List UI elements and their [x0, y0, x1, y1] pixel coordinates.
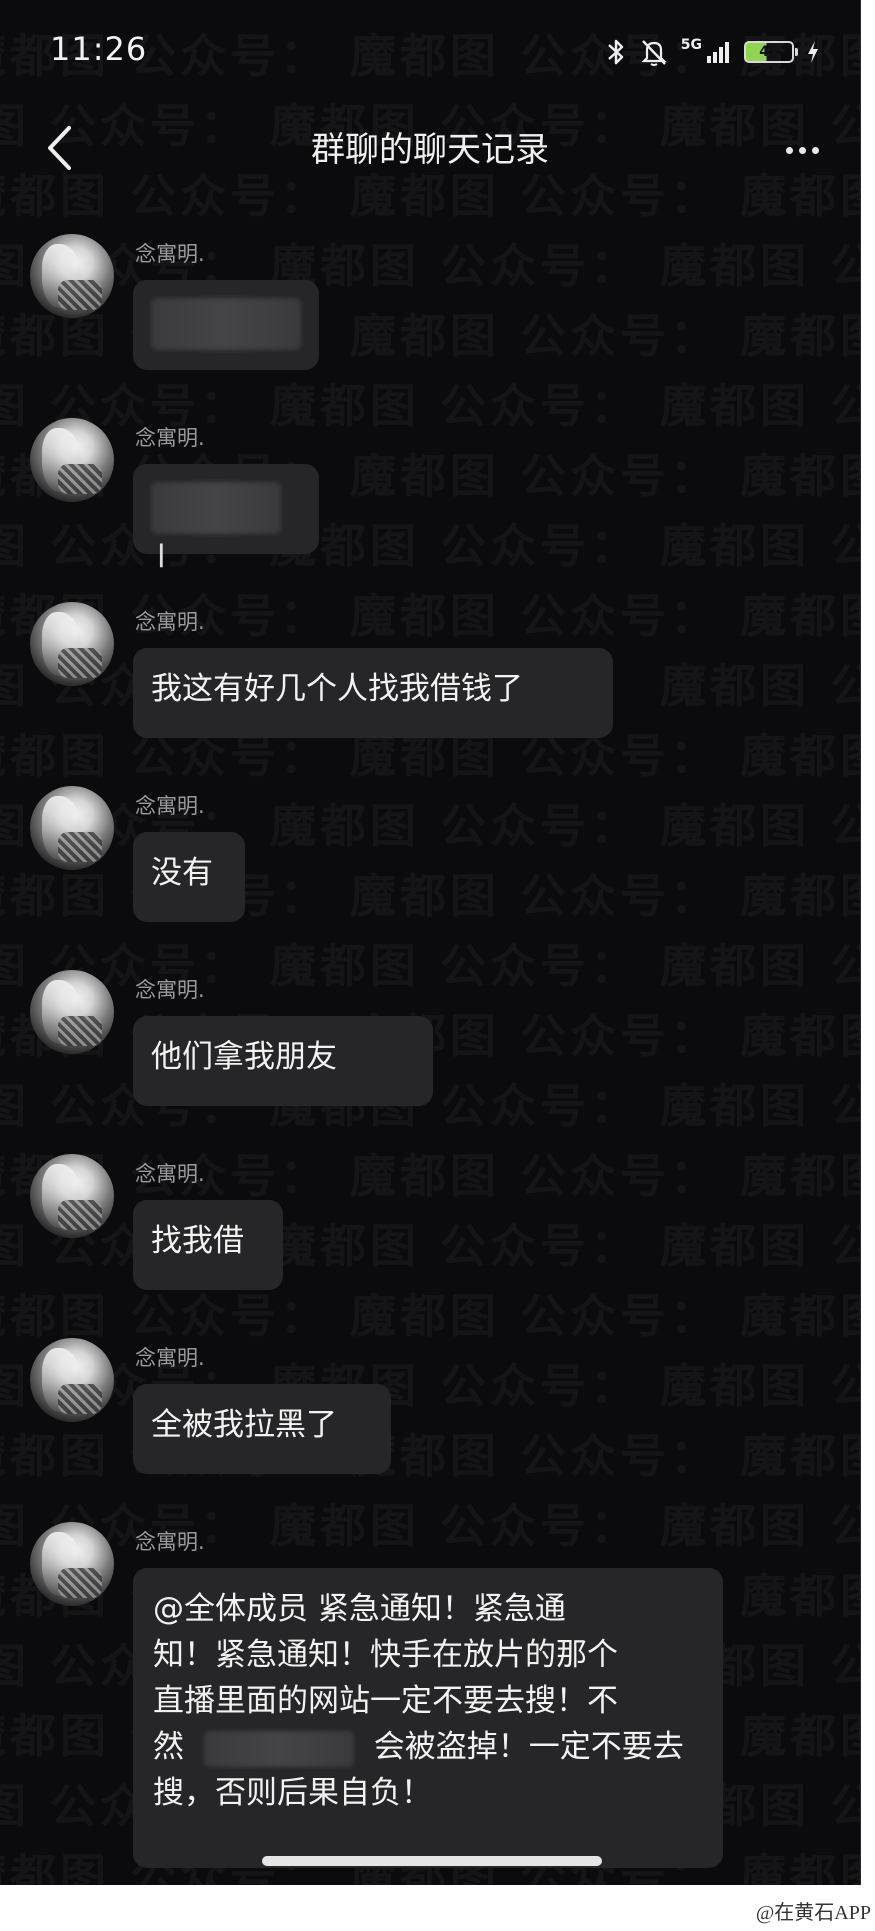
message-bubble[interactable]: @全体成员 紧急通知！紧急通 知！紧急通知！快手在放片的那个 直播里面的网站一定… — [133, 1568, 723, 1868]
message-line: 搜，否则后果自负！ — [153, 1775, 432, 1811]
redacted-content — [151, 298, 301, 350]
sender-name: 念寓明. — [135, 1162, 205, 1186]
battery-level: 45 — [759, 44, 779, 60]
home-indicator[interactable] — [262, 1856, 602, 1866]
message-bubble[interactable]: 找我借 — [133, 1200, 283, 1290]
message-bubble[interactable]: 我这有好几个人找我借钱了 — [133, 648, 613, 738]
redacted-content — [151, 482, 281, 534]
message-bubble-redacted[interactable] — [133, 280, 319, 370]
redacted-content — [203, 1730, 354, 1767]
avatar[interactable] — [30, 1522, 114, 1606]
network-label: 5G — [680, 37, 702, 53]
avatar[interactable] — [30, 234, 114, 318]
navigation-bar: 群聊的聊天记录 — [0, 100, 860, 196]
message-line: 知！紧急通知！快手在放片的那个 — [153, 1637, 618, 1673]
sender-name: 念寓明. — [135, 426, 205, 450]
bluetooth-icon — [607, 39, 624, 65]
sender-name: 念寓明. — [135, 610, 205, 634]
signal-icon — [707, 42, 729, 63]
status-icons: 5G 45 — [605, 34, 820, 70]
sender-name: 念寓明. — [135, 1346, 205, 1370]
message-text: 他们拿我朋友 — [151, 1039, 337, 1075]
message-bubble-redacted[interactable]: l — [133, 464, 319, 575]
charging-icon — [808, 41, 818, 63]
avatar[interactable] — [30, 1154, 114, 1238]
more-dot — [785, 146, 793, 154]
more-button[interactable] — [772, 120, 832, 180]
sender-name: 念寓明. — [135, 1530, 205, 1554]
sender-name: 念寓明. — [135, 978, 205, 1002]
message-text: 找我借 — [151, 1223, 244, 1259]
message-bubble[interactable]: 他们拿我朋友 — [133, 1016, 433, 1106]
avatar[interactable] — [30, 418, 114, 502]
more-dot — [811, 146, 819, 154]
avatar[interactable] — [30, 1338, 114, 1422]
avatar[interactable] — [30, 786, 114, 870]
sender-name: 念寓明. — [135, 794, 205, 818]
page-title: 群聊的聊天记录 — [311, 130, 549, 170]
message-line-with-redaction: 然 会被盗掉！一定不要去 — [153, 1724, 703, 1770]
message-line: 直播里面的网站一定不要去搜！不 — [153, 1683, 618, 1719]
message-bubble[interactable]: 全被我拉黑了 — [133, 1384, 391, 1474]
more-dot — [798, 146, 806, 154]
avatar[interactable] — [30, 970, 114, 1054]
status-time: 11:26 — [50, 30, 148, 68]
battery-icon: 45 — [744, 41, 798, 63]
avatar[interactable] — [30, 602, 114, 686]
source-credit: @在黄石APP — [755, 1902, 871, 1924]
message-text: 然 — [153, 1729, 184, 1765]
bell-muted-icon — [641, 40, 667, 66]
message-text: 没有 — [151, 855, 213, 891]
message-line: @全体成员 紧急通知！紧急通 — [153, 1591, 566, 1627]
message-text: 会被盗掉！一定不要去 — [373, 1729, 684, 1765]
message-suffix: l — [157, 539, 166, 575]
phone-screen: 魔都图 公众号： 魔都图 公众号： 魔都图 公众号： 魔都图 公众号： 魔都图 … — [0, 0, 861, 1885]
sender-name: 念寓明. — [135, 242, 205, 266]
chat-message-list[interactable]: 念寓明. 念寓明. l 念寓明. 我这有好几个人找我借钱了 念寓明. 没有 念寓… — [0, 196, 860, 1885]
message-text: 我这有好几个人找我借钱了 — [151, 671, 523, 707]
status-bar: 11:26 5G 45 — [0, 0, 860, 100]
message-text: 全被我拉黑了 — [151, 1407, 337, 1443]
message-bubble[interactable]: 没有 — [133, 832, 245, 922]
